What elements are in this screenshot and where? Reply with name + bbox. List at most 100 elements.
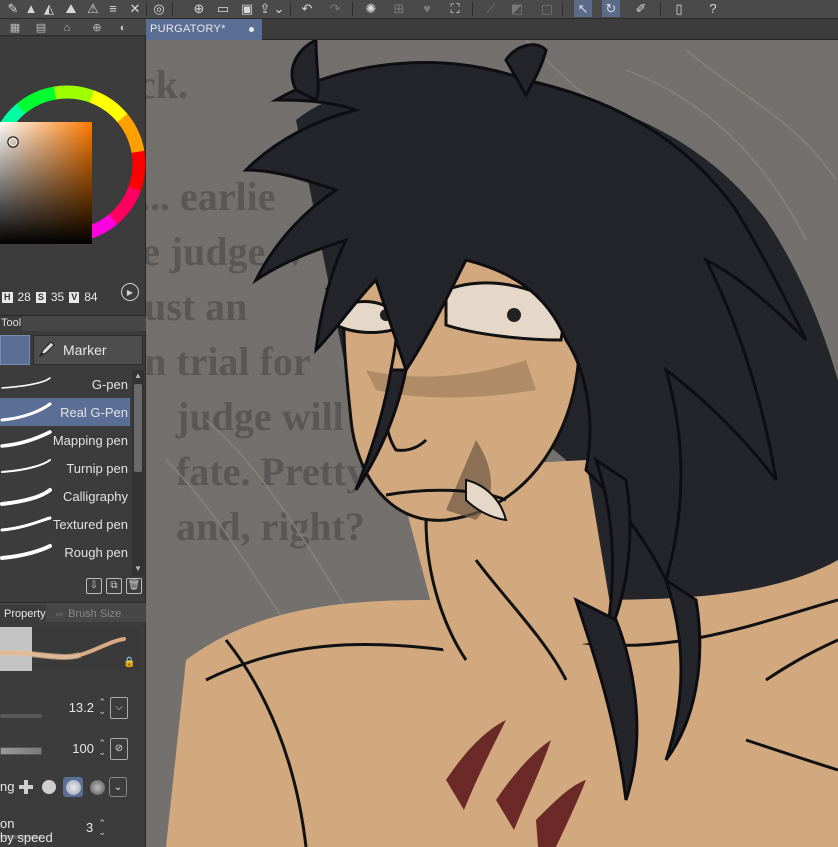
color-mode-toggle-icon[interactable]: ▶ [121,283,139,301]
transform-icon[interactable]: ⊞ [390,0,408,17]
chevron-down-icon[interactable]: ⌄ [270,0,288,17]
undo-icon[interactable]: ↶ [298,0,316,17]
chevron-down-icon[interactable]: ⌄ [109,777,127,797]
artwork: ck. ... earlie e judge w ust an n trial … [146,40,838,847]
brush-list-scrollbar[interactable]: ▲ ▼ [132,370,144,576]
import-icon[interactable]: ⇩ [86,578,102,594]
stabilization-label: on [0,816,15,831]
stabilization-spinner[interactable]: ⌃ ⌄ [98,819,106,837]
tab-tool-property[interactable]: Property [0,605,46,623]
brush-stroke-preview [0,544,52,560]
scroll-thumb[interactable] [134,384,142,472]
new-file-icon[interactable]: ⊕ [190,0,208,17]
color-wheel[interactable] [0,49,146,274]
brush-item[interactable]: Mapping pen [0,426,130,454]
brush-item[interactable]: Calligraphy [0,482,130,510]
figure-icon[interactable]: ◭ [40,0,58,17]
crop-icon[interactable]: ⛶ [446,0,464,17]
stabilization-value[interactable]: 3 [86,820,93,835]
brush-item[interactable]: G-pen [0,370,130,398]
brush-stroke-preview [1,377,51,389]
intermediate-color-tab[interactable]: ⊕ [86,20,108,35]
color-slider-tab[interactable]: ▤ [30,20,52,35]
bg-text-line: ust an [146,284,247,329]
scroll-up-icon[interactable]: ▲ [133,371,143,381]
opacity-spinner[interactable]: ⌃ ⌄ [98,739,106,757]
main-toolbar: ✎ ▲ ◭ ⛰ ⚠ ≡ ✕ ◎ ⊕ ▭ ▣ ⇪ ⌄ ↶ ↷ ✺ ⊞ ♥ ⛶ ⟋ … [0,0,838,19]
subtool-group-pen[interactable] [0,335,30,365]
pressure-settings-button[interactable]: ⌵ [110,697,128,719]
brush-item[interactable]: Turnip pen [0,454,130,482]
heart-icon[interactable]: ♥ [418,0,436,17]
brush-item[interactable]: Rough pen [0,538,130,566]
hue-value[interactable]: 28 [18,290,31,304]
color-panel-tabs: ▦ ▤ ⌂ ⊕ ◐ [0,19,146,36]
document-tab-title: PURGATORY* [150,23,226,35]
phone-icon[interactable]: ▯ [670,0,688,17]
tool-property-tabs: Property ⇔ Brush Size [0,602,146,623]
brush-item[interactable]: Textured pen [0,510,130,538]
close-icon[interactable]: ✕ [126,0,144,17]
opacity-slider[interactable] [0,747,42,755]
warning-icon[interactable]: ⚠ [84,0,102,17]
tool-icon-smudge[interactable]: ✎ [4,0,22,17]
color-wheel-tab[interactable]: ▦ [4,20,26,35]
antialias-none-icon[interactable] [16,777,36,797]
brush-size-slider[interactable] [0,714,42,718]
approximate-color-tab[interactable]: ◐ [112,20,134,35]
value-value[interactable]: 84 [84,290,97,304]
antialias-strong-icon[interactable] [87,777,107,797]
trash-icon[interactable]: 🗑 [126,578,142,594]
brush-size-row: 13.2 ⌃ ⌄ ⌵ [0,697,146,721]
toolbar-separator [146,2,147,16]
brush-size-value[interactable]: 13.2 [69,700,94,715]
help-icon[interactable]: ? [704,0,722,17]
rotate-icon[interactable]: ↻ [602,0,620,17]
antialias-medium-icon[interactable] [63,777,83,797]
brush-stroke-preview [0,430,52,448]
menu-icon[interactable]: ≡ [104,0,122,17]
landscape-icon[interactable]: ⛰ [62,0,80,17]
brush-list: G-pen Real G-Pen Mapping pen Turnip pen Call… [0,370,132,575]
redo-icon[interactable]: ↷ [326,0,344,17]
snap-icon[interactable]: ▢ [538,0,556,17]
color-set-tab[interactable]: ⌂ [56,20,78,35]
close-tab-icon[interactable] [249,27,254,32]
antialias-weak-icon[interactable] [39,777,59,797]
subtool-panel-header: Tool [0,315,146,331]
subtool-group-marker[interactable]: Marker [33,335,143,365]
saturation-value[interactable]: 35 [51,290,64,304]
adjust-by-speed-label[interactable]: by speed [0,830,53,845]
brush-icon[interactable]: ▲ [22,0,40,17]
tab-brush-size[interactable]: ⇔ Brush Size [50,605,146,623]
ruler-snap-icon[interactable]: ◩ [508,0,526,17]
scroll-down-icon[interactable]: ▼ [133,564,143,574]
document-tab-bar: PURGATORY* [146,19,838,40]
marker-icon [37,339,57,362]
opacity-value[interactable]: 100 [72,741,94,756]
loading-icon[interactable]: ✺ [362,0,380,17]
subtool-group-row: Marker [0,334,146,368]
bg-text-line: ... earlie [146,174,276,219]
subtool-tab-label[interactable]: Tool [0,316,22,331]
brush-size-icon: ⇔ [54,608,65,620]
left-panel: ▦ ▤ ⌂ ⊕ ◐ H 28 S 35 V 84 ▶ Tool Marker G… [0,19,146,847]
pen-pressure-icon[interactable]: ↖ [574,0,592,17]
save-icon[interactable]: ▣ [238,0,256,17]
opacity-settings-button[interactable]: ⊘ [110,738,128,760]
brush-size-spinner[interactable]: ⌃ ⌄ [98,698,106,716]
lock-icon[interactable]: 🔒 [123,657,135,668]
ruler-icon[interactable]: ⟋ [482,0,500,17]
edit-icon[interactable]: ✐ [632,0,650,17]
brush-item[interactable]: Real G-Pen [0,398,130,426]
brush-stroke-preview [0,516,52,532]
spiral-icon[interactable]: ◎ [150,0,168,17]
brush-item-label: Textured pen [52,516,128,532]
toolbar-separator [660,2,661,16]
document-tab[interactable]: PURGATORY* [146,19,262,40]
open-folder-icon[interactable]: ▭ [214,0,232,17]
drawing-canvas[interactable]: ck. ... earlie e judge w ust an n trial … [146,40,838,847]
toolbar-separator [472,2,473,16]
marker-group-label: Marker [63,342,107,358]
duplicate-icon[interactable]: ⧉ [106,578,122,594]
